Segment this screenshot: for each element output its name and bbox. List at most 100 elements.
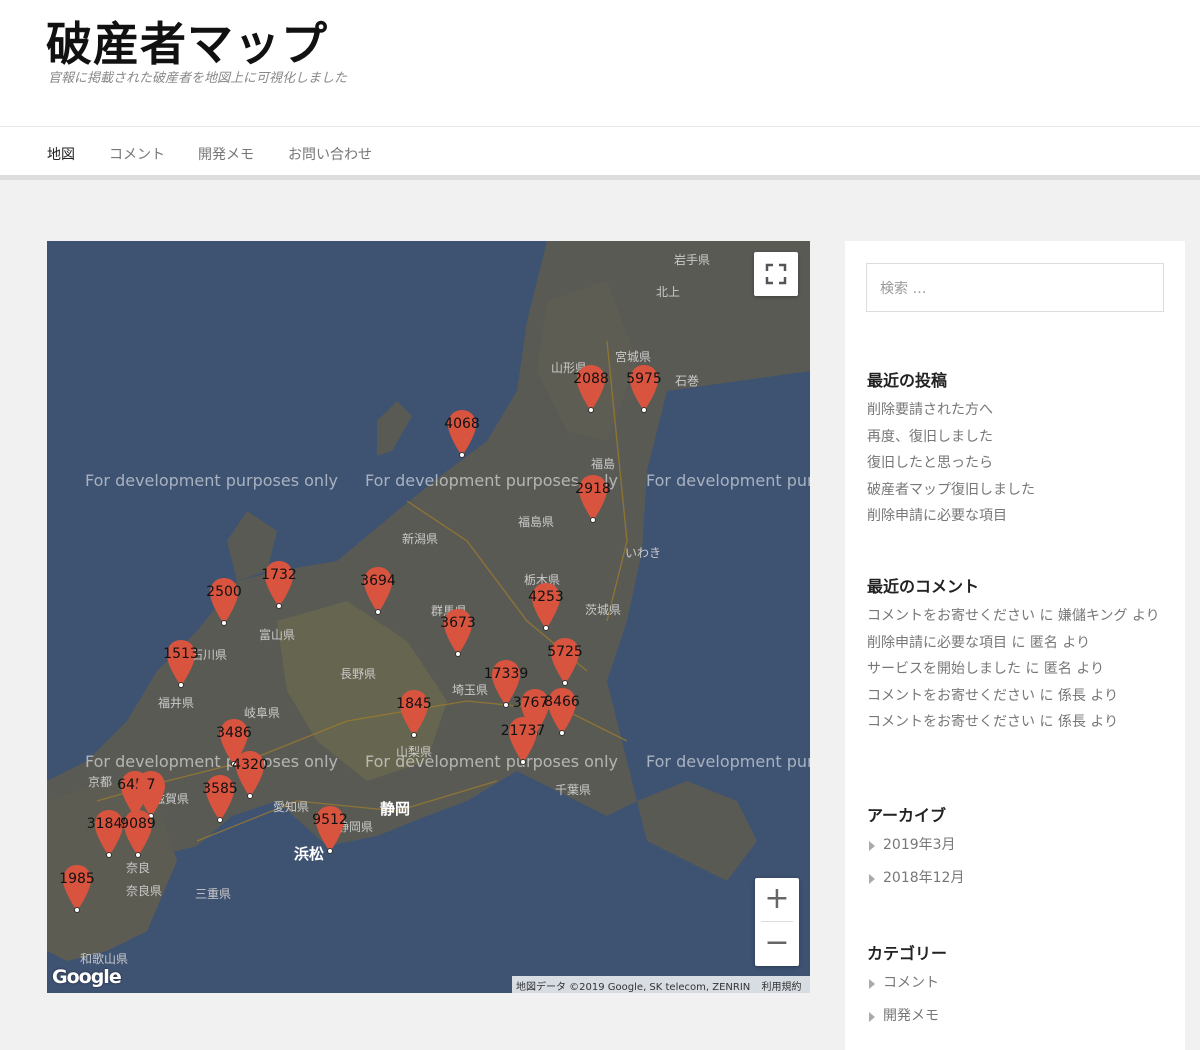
marker-count: 3486 xyxy=(216,725,252,741)
marker-count: 1845 xyxy=(396,696,432,712)
list-item: 開発メモ xyxy=(867,1000,1167,1033)
list-item: 削除申請に必要な項目 xyxy=(867,503,1167,530)
place-label: 千葉県 xyxy=(555,783,592,797)
map-marker[interactable]: 21737 xyxy=(501,715,545,765)
marker-count: 21737 xyxy=(500,723,546,739)
map-marker[interactable]: 5975 xyxy=(626,363,662,413)
recent-posts-title: 最近の投稿 xyxy=(867,371,948,390)
marker-count: 4320 xyxy=(232,757,268,773)
archives-list: 2019年3月 2018年12月 xyxy=(867,829,1167,894)
map-marker[interactable]: 1845 xyxy=(396,688,432,738)
comment-post-link[interactable]: サービスを開始しました xyxy=(867,661,1021,677)
marker-count: 3694 xyxy=(360,573,396,589)
map-marker[interactable]: 2918 xyxy=(575,473,611,523)
site-header: 破産者マップ 官報に掲載された破産者を地図上に可視化しました xyxy=(0,0,1200,126)
recent-posts-list: 削除要請された方へ 再度、復旧しました 復旧したと思ったら 破産者マップ復旧しま… xyxy=(867,397,1167,530)
place-label: 奈良 xyxy=(126,861,151,875)
categories-list: コメント 開発メモ xyxy=(867,967,1167,1032)
comment-connector: に xyxy=(1025,661,1040,677)
place-label: 福島 xyxy=(591,457,616,471)
list-item: コメントをお寄せください に 係長 より xyxy=(867,683,1167,710)
list-item: 削除申請に必要な項目 に 匿名 より xyxy=(867,630,1167,657)
zoom-out-button[interactable]: − xyxy=(755,922,799,966)
place-label: 和歌山県 xyxy=(80,952,129,966)
comment-post-link[interactable]: コメントをお寄せください xyxy=(867,688,1035,704)
comment-author: 嫌儲キング xyxy=(1057,608,1128,624)
google-logo[interactable]: Google xyxy=(52,966,122,988)
search-input[interactable]: 検索 … xyxy=(866,263,1164,312)
comment-post-link[interactable]: コメントをお寄せください xyxy=(867,714,1035,730)
map-marker[interactable]: 2088 xyxy=(573,363,609,413)
comment-suffix: より xyxy=(1090,714,1119,730)
place-label: 山梨県 xyxy=(396,745,433,759)
archive-link[interactable]: 2019年3月 xyxy=(883,837,956,853)
place-label: 奈良県 xyxy=(126,884,163,898)
archive-link[interactable]: 2018年12月 xyxy=(883,870,964,886)
map-marker[interactable]: 1732 xyxy=(261,559,297,609)
categories-title: カテゴリー xyxy=(867,944,948,963)
marker-count: 1732 xyxy=(261,567,297,583)
zoom-in-button[interactable]: + xyxy=(755,878,799,922)
site-title[interactable]: 破産者マップ xyxy=(46,8,328,74)
place-label: 新潟県 xyxy=(402,532,439,546)
comment-suffix: より xyxy=(1076,661,1105,677)
comment-connector: に xyxy=(1039,714,1054,730)
recent-comments-title: 最近のコメント xyxy=(867,577,980,596)
place-label: 茨城県 xyxy=(585,603,622,617)
map-marker[interactable]: 5725 xyxy=(547,636,583,686)
marker-count: 2500 xyxy=(206,584,242,600)
map-marker[interactable]: 3673 xyxy=(440,607,476,657)
marker-count: 3585 xyxy=(202,781,238,797)
recent-post-link[interactable]: 削除要請された方へ xyxy=(867,402,993,418)
site-description: 官報に掲載された破産者を地図上に可視化しました xyxy=(48,71,348,86)
place-label: 岩手県 xyxy=(674,253,711,267)
map-marker[interactable]: 1513 xyxy=(163,638,199,688)
recent-post-link[interactable]: 破産者マップ復旧しました xyxy=(867,482,1035,498)
land-sado xyxy=(377,401,412,456)
list-item: コメント xyxy=(867,967,1167,1000)
list-item: 2019年3月 xyxy=(867,829,1167,862)
nav-item-map[interactable]: 地図 xyxy=(47,144,75,164)
category-link[interactable]: コメント xyxy=(883,975,939,991)
comment-suffix: より xyxy=(1131,608,1160,624)
map-marker[interactable]: 9512 xyxy=(312,804,348,854)
marker-count: 3673 xyxy=(440,615,476,631)
category-link[interactable]: 開発メモ xyxy=(883,1008,939,1024)
map-marker[interactable]: 2500 xyxy=(206,576,242,626)
place-label: 福井県 xyxy=(158,696,195,710)
recent-post-link[interactable]: 削除申請に必要な項目 xyxy=(867,508,1007,524)
sidebar: 検索 … 最近の投稿 削除要請された方へ 再度、復旧しました 復旧したと思ったら… xyxy=(845,241,1185,1050)
place-label: いわき xyxy=(625,546,662,560)
dev-watermark: For development purposes only xyxy=(646,471,810,490)
place-label: 静岡 xyxy=(380,800,411,818)
fullscreen-button[interactable] xyxy=(754,252,798,296)
marker-count: 9089 xyxy=(120,816,156,832)
nav-item-comments[interactable]: コメント xyxy=(109,144,165,164)
comment-connector: に xyxy=(1039,608,1054,624)
map-marker[interactable]: 9089 xyxy=(120,808,156,858)
comment-post-link[interactable]: コメントをお寄せください xyxy=(867,608,1035,624)
recent-post-link[interactable]: 復旧したと思ったら xyxy=(867,455,993,471)
place-label: 長野県 xyxy=(340,667,377,681)
attribution-terms-link[interactable]: 利用規約 xyxy=(761,982,801,993)
map-attribution: 地図データ ©2019 Google, SK telecom, ZENRIN 利… xyxy=(512,976,810,993)
map-marker[interactable]: 4068 xyxy=(444,408,480,458)
marker-count: 5725 xyxy=(547,644,583,660)
nav-item-dev-notes[interactable]: 開発メモ xyxy=(198,144,254,164)
comment-connector: に xyxy=(1011,634,1026,651)
nav-item-contact[interactable]: お問い合わせ xyxy=(288,144,372,164)
marker-count: 8466 xyxy=(544,694,580,710)
map[interactable]: For development purposes only For develo… xyxy=(47,241,810,993)
marker-count: 4253 xyxy=(528,589,564,605)
comment-author: 匿名 xyxy=(1043,661,1072,677)
comment-post-link[interactable]: 削除申請に必要な項目 xyxy=(867,635,1007,651)
map-marker[interactable]: 1985 xyxy=(59,863,95,913)
dev-watermark: For development purposes only xyxy=(646,752,810,771)
list-item: 再度、復旧しました xyxy=(867,424,1167,451)
map-marker[interactable]: 3694 xyxy=(360,565,396,615)
map-marker[interactable]: 3585 xyxy=(202,773,238,823)
archives-title: アーカイブ xyxy=(867,806,947,825)
map-marker[interactable]: 4253 xyxy=(528,581,564,631)
marker-count: 1513 xyxy=(163,646,199,662)
recent-post-link[interactable]: 再度、復旧しました xyxy=(867,429,993,445)
